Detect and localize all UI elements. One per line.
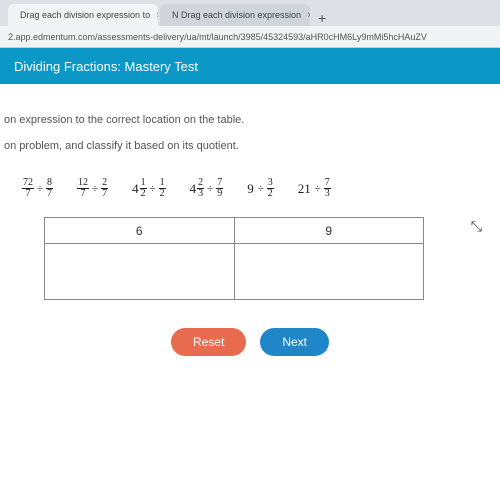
- drop-table: 6 9: [44, 217, 424, 300]
- lesson-title: Dividing Fractions: Mastery Test: [14, 59, 198, 74]
- url-text: 2.app.edmentum.com/assessments-delivery/…: [8, 32, 427, 42]
- table-header: 6: [45, 218, 235, 244]
- expression-tile[interactable]: 423÷79: [190, 178, 224, 199]
- drop-zone[interactable]: [45, 244, 235, 300]
- tab-label: N Drag each division expression: [172, 10, 301, 20]
- instruction-line: on problem, and classify it based on its…: [4, 140, 500, 152]
- browser-tab-inactive[interactable]: N Drag each division expression ×: [160, 4, 310, 26]
- browser-tab-active[interactable]: Drag each division expression to ×: [8, 4, 158, 26]
- new-tab-button[interactable]: +: [312, 10, 332, 26]
- browser-tab-strip: Drag each division expression to × N Dra…: [0, 0, 500, 26]
- close-icon[interactable]: ×: [156, 10, 158, 21]
- expression-tile[interactable]: 127÷27: [77, 178, 108, 199]
- next-button[interactable]: Next: [260, 328, 329, 356]
- lesson-header: Dividing Fractions: Mastery Test: [0, 48, 500, 84]
- instructions: on expression to the correct location on…: [0, 84, 500, 152]
- expression-tile[interactable]: 9÷32: [247, 178, 274, 199]
- table-header: 9: [234, 218, 424, 244]
- expression-tile[interactable]: 412÷12: [132, 178, 166, 199]
- tab-label: Drag each division expression to: [20, 10, 150, 20]
- reset-button[interactable]: Reset: [171, 328, 246, 356]
- page-content: Dividing Fractions: Mastery Test on expr…: [0, 48, 500, 500]
- address-bar[interactable]: 2.app.edmentum.com/assessments-delivery/…: [0, 26, 500, 48]
- expression-tile[interactable]: 727÷87: [22, 178, 53, 199]
- close-icon[interactable]: ×: [307, 10, 310, 21]
- instruction-line: on expression to the correct location on…: [4, 114, 500, 126]
- cursor-icon: ⤡: [471, 218, 482, 235]
- drop-zone[interactable]: [234, 244, 424, 300]
- expression-tile[interactable]: 21÷73: [298, 178, 331, 199]
- draggable-tile-row: 727÷87 127÷27 412÷12 423÷79 9÷32 21÷73: [0, 166, 500, 217]
- button-row: Reset Next: [0, 328, 500, 356]
